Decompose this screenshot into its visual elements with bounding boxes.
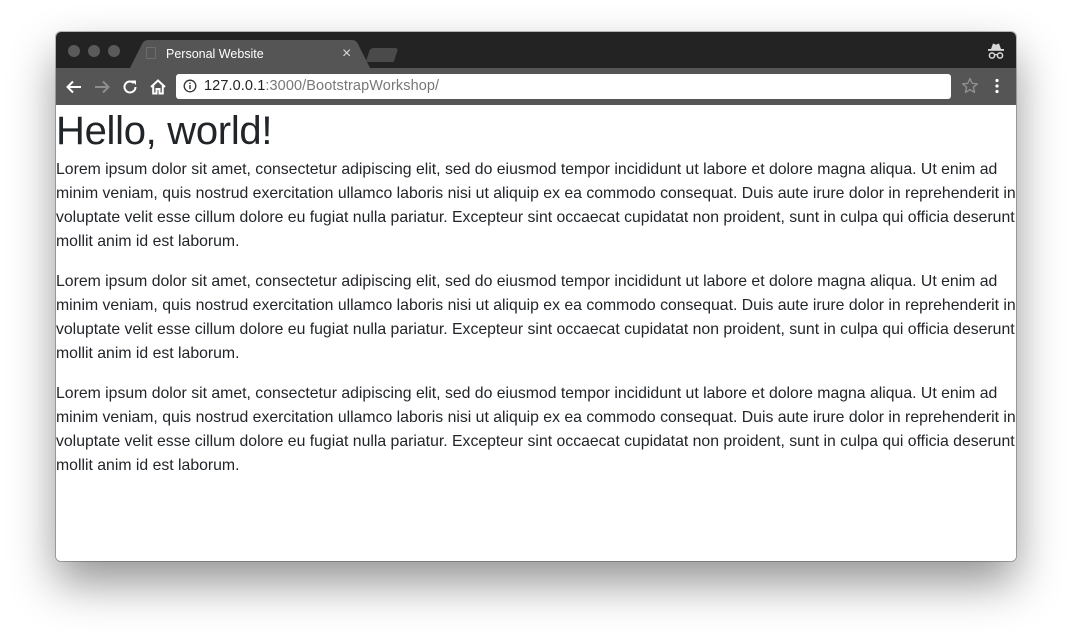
browser-toolbar: 127.0.0.1:3000/BootstrapWorkshop/ [56, 68, 1016, 105]
title-bar: Personal Website × [56, 32, 1016, 68]
window-close-button[interactable] [68, 45, 80, 57]
browser-window: Personal Website × 127.0.0.1:3000/Bootst… [56, 32, 1016, 561]
incognito-icon [988, 43, 1004, 59]
more-vertical-icon[interactable] [990, 76, 1004, 96]
window-maximize-button[interactable] [108, 45, 120, 57]
reload-icon[interactable] [119, 76, 141, 98]
page-content: Hello, world! Lorem ipsum dolor sit amet… [56, 105, 1016, 561]
info-icon[interactable] [183, 79, 197, 93]
tab-close-button[interactable]: × [342, 44, 351, 64]
home-icon[interactable] [147, 76, 169, 98]
page-heading: Hello, world! [56, 109, 273, 153]
paragraph: Lorem ipsum dolor sit amet, consectetur … [56, 385, 1016, 474]
page-icon [146, 47, 156, 59]
url-host: 127.0.0.1 [204, 78, 266, 94]
paragraph: Lorem ipsum dolor sit amet, consectetur … [56, 273, 1016, 362]
paragraph: Lorem ipsum dolor sit amet, consectetur … [56, 161, 1016, 250]
window-minimize-button[interactable] [88, 45, 100, 57]
paragraph-list: Lorem ipsum dolor sit amet, consectetur … [56, 158, 1016, 494]
url-text: 127.0.0.1:3000/BootstrapWorkshop/ [204, 78, 439, 94]
back-arrow-icon[interactable] [63, 76, 85, 98]
star-icon[interactable] [960, 76, 980, 96]
forward-arrow-icon[interactable] [91, 76, 113, 98]
new-tab-button[interactable] [365, 48, 399, 62]
tab-title: Personal Website [166, 47, 264, 61]
address-bar[interactable]: 127.0.0.1:3000/BootstrapWorkshop/ [176, 74, 951, 99]
url-path: :3000/BootstrapWorkshop/ [265, 78, 440, 94]
